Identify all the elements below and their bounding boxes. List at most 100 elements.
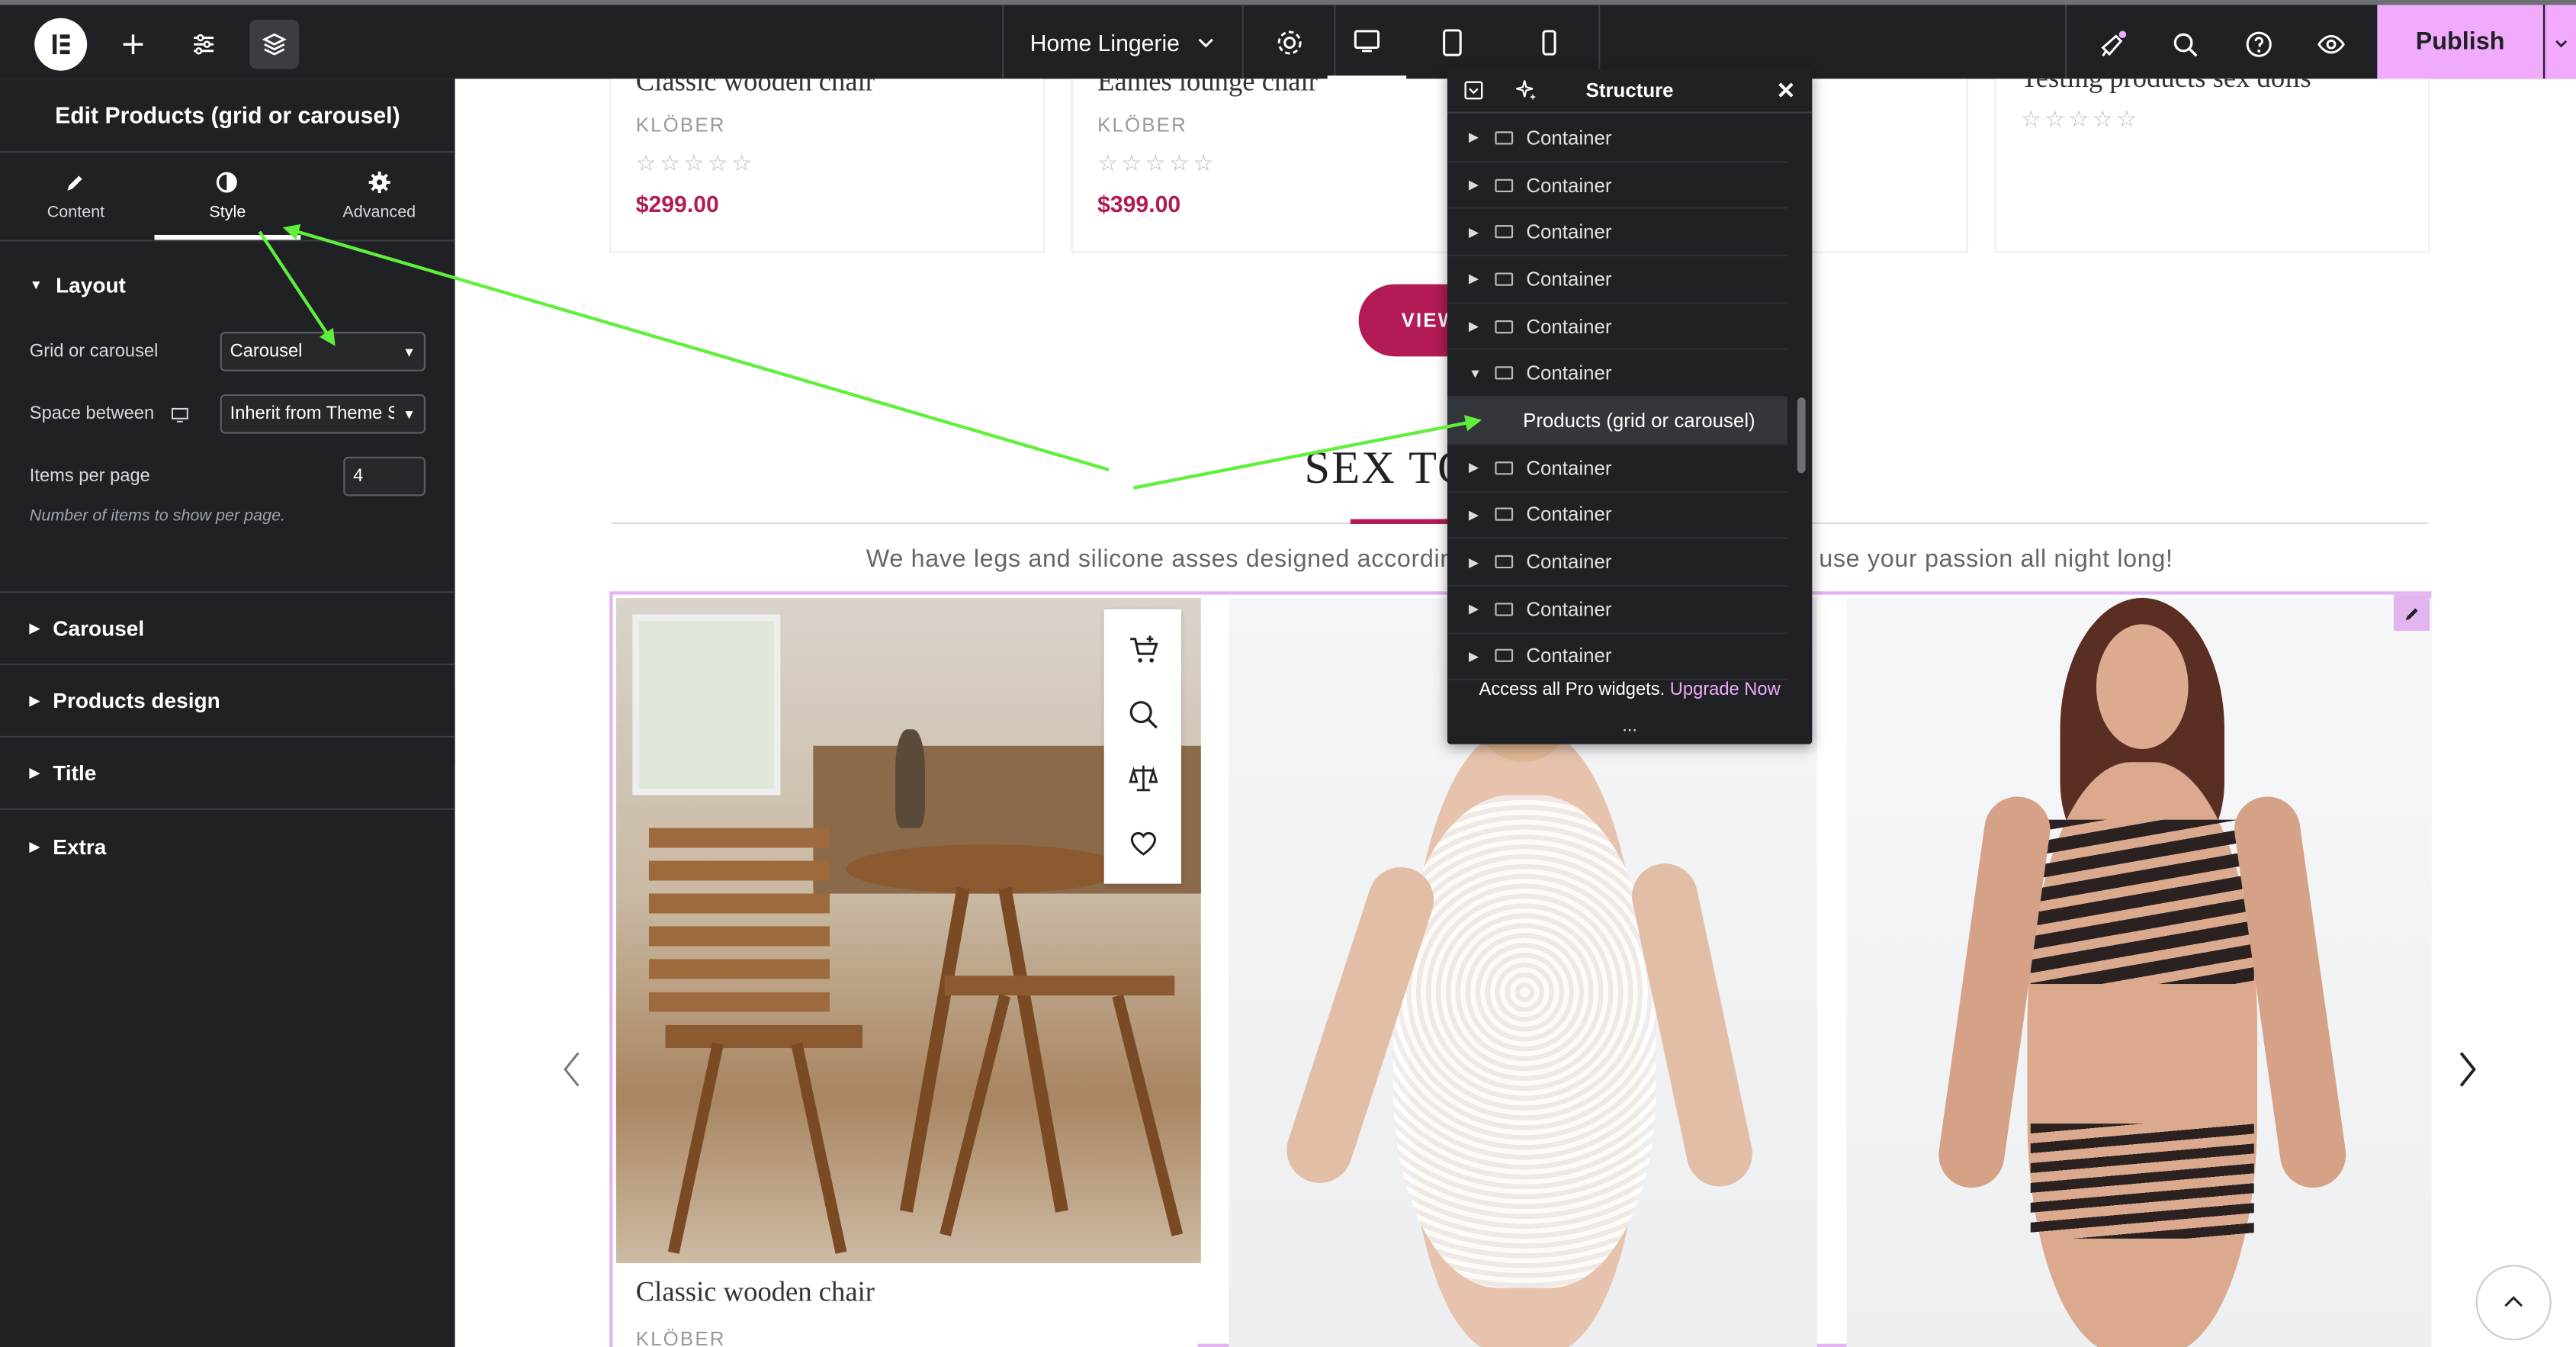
structure-item-container[interactable]: ▶ Container <box>1447 256 1787 304</box>
pro-upgrade-notice: Access all Pro widgets. Upgrade Now <box>1447 680 1812 700</box>
caret-right-icon[interactable]: ▶ <box>1469 602 1482 616</box>
product-name[interactable]: Testing products sex dolls <box>2021 79 2404 95</box>
preview-eye-icon[interactable] <box>2308 21 2354 67</box>
help-icon[interactable] <box>2236 21 2282 67</box>
publish-button[interactable]: Publish <box>2377 5 2543 79</box>
container-icon <box>1495 320 1514 333</box>
editor-panel: Edit Products (grid or carousel) Content… <box>0 79 455 1347</box>
resize-handle[interactable]: ... <box>1447 716 1812 736</box>
structure-item-label: Container <box>1526 126 1612 149</box>
site-settings-icon[interactable] <box>181 21 226 67</box>
editor-topbar: Home Lingerie Publish <box>0 0 2576 79</box>
chair-leg-shape <box>940 994 1011 1236</box>
caret-right-icon[interactable]: ▶ <box>1469 507 1482 522</box>
caret-right-icon[interactable]: ▶ <box>1469 130 1482 145</box>
desktop-responsive-icon[interactable] <box>171 405 189 423</box>
space-between-select[interactable]: Inherit from Theme S ▼ <box>220 394 426 434</box>
caret-right-icon[interactable]: ▶ <box>1469 555 1482 569</box>
elementor-logo-icon[interactable] <box>34 18 88 71</box>
product-brand: KLÖBER <box>635 113 726 137</box>
add-element-icon[interactable] <box>110 21 156 67</box>
structure-item-container[interactable]: ▶ Container <box>1447 539 1787 587</box>
structure-item-container[interactable]: ▶ Container <box>1447 115 1787 162</box>
caret-right-icon[interactable]: ▶ <box>1469 460 1482 474</box>
rating-stars: ☆☆☆☆☆ <box>635 149 756 176</box>
carousel-prev-arrow-icon[interactable] <box>555 1045 588 1095</box>
edit-widget-pencil-icon[interactable] <box>2393 594 2430 632</box>
product-card[interactable]: Testing products sex dolls ☆☆☆☆☆ <box>1996 79 2429 252</box>
ai-sparkle-icon[interactable] <box>1514 79 1537 101</box>
caret-right-icon[interactable]: ▶ <box>1469 648 1482 663</box>
structure-item-label: Container <box>1526 597 1612 621</box>
scroll-to-top-button[interactable] <box>2475 1265 2552 1341</box>
section-carousel-toggle[interactable]: ▶ Carousel <box>0 593 455 666</box>
section-title-toggle[interactable]: ▶ Title <box>0 738 455 810</box>
structure-item-container[interactable]: ▶ Container <box>1447 209 1787 257</box>
structure-item-container[interactable]: ▶ Container <box>1447 162 1787 210</box>
chair2-seat-shape <box>944 976 1175 996</box>
structure-item-label: Container <box>1526 362 1612 385</box>
structure-item-container-expanded[interactable]: ▼ Container <box>1447 351 1787 398</box>
structure-item-products-widget[interactable]: Products (grid or carousel) <box>1447 397 1787 445</box>
product-name[interactable]: Eames lounge chair <box>1097 79 1483 98</box>
caret-right-icon[interactable]: ▶ <box>1469 272 1482 286</box>
grid-or-carousel-select[interactable]: Carousel ▼ <box>220 332 426 371</box>
caret-right-icon[interactable]: ▶ <box>1469 224 1482 239</box>
vase-shape <box>895 729 925 828</box>
announcements-icon[interactable] <box>2089 21 2135 67</box>
product-price: $399.00 <box>1097 190 1181 217</box>
chair-back-shape <box>648 828 830 1025</box>
publish-options-icon[interactable] <box>2545 5 2576 79</box>
upgrade-now-link[interactable]: Upgrade Now <box>1670 680 1781 700</box>
product-brand: KLÖBER <box>1097 113 1187 137</box>
caret-down-icon: ▼ <box>29 276 43 292</box>
close-icon[interactable]: ✕ <box>1776 77 1795 105</box>
chevron-up-icon <box>2504 1296 2523 1307</box>
structure-item-container[interactable]: ▶ Container <box>1447 633 1787 681</box>
product-card[interactable]: Eames lounge chair KLÖBER ☆☆☆☆☆ $399.00 <box>1072 79 1508 252</box>
caret-right-icon[interactable]: ▶ <box>1469 178 1482 192</box>
tab-advanced[interactable]: Advanced <box>304 153 455 240</box>
tab-style[interactable]: Style <box>152 153 304 240</box>
items-per-page-input[interactable]: 4 <box>343 456 426 497</box>
page-title-dropdown[interactable]: Home Lingerie <box>1004 5 1244 79</box>
caret-right-icon[interactable]: ▶ <box>1469 319 1482 333</box>
container-icon <box>1495 225 1514 239</box>
section-products-design-toggle[interactable]: ▶ Products design <box>0 665 455 738</box>
topbar-divider <box>2065 5 2067 79</box>
rating-stars: ☆☆☆☆☆ <box>2020 104 2141 132</box>
wishlist-heart-icon[interactable] <box>1126 825 1159 858</box>
structure-item-container[interactable]: ▶ Container <box>1447 304 1787 351</box>
product-image-black-lingerie[interactable] <box>1846 597 2432 1347</box>
product-card[interactable]: Classic wooden chair KLÖBER ☆☆☆☆☆ $299.0… <box>611 79 1044 252</box>
tab-label: Style <box>209 204 246 222</box>
items-per-page-control: Items per page 4 <box>0 445 455 508</box>
quick-view-search-icon[interactable] <box>1126 699 1159 731</box>
search-icon[interactable] <box>2162 21 2208 67</box>
section-extra-toggle[interactable]: ▶ Extra <box>0 810 455 882</box>
caret-down-icon[interactable]: ▼ <box>1469 366 1482 381</box>
mobile-view-icon[interactable] <box>1498 5 1601 79</box>
structure-item-container[interactable]: ▶ Container <box>1447 445 1787 493</box>
add-to-cart-icon[interactable] <box>1126 635 1159 667</box>
tab-content[interactable]: Content <box>0 153 152 240</box>
structure-navigator: Structure ✕ ▶ Container ▶ Container ▶ Conta… <box>1447 69 1813 744</box>
section-layout-toggle[interactable]: ▼ Layout <box>0 248 455 320</box>
tablet-view-icon[interactable] <box>1413 5 1492 79</box>
carousel-product-title[interactable]: Classic wooden chair <box>636 1276 875 1309</box>
chair-leg-shape <box>791 1042 847 1254</box>
structure-item-container[interactable]: ▶ Container <box>1447 587 1787 634</box>
compare-scales-icon[interactable] <box>1126 762 1159 795</box>
collapse-all-icon[interactable] <box>1464 81 1484 101</box>
structure-layers-icon[interactable] <box>249 19 300 69</box>
page-settings-icon[interactable] <box>1244 5 1334 79</box>
container-icon <box>1495 272 1514 286</box>
panel-title: Edit Products (grid or carousel) <box>0 79 455 153</box>
desktop-view-icon[interactable] <box>1327 5 1407 79</box>
product-name[interactable]: Classic wooden chair <box>636 79 1019 98</box>
structure-item-container[interactable]: ▶ Container <box>1447 492 1787 539</box>
structure-scrollbar[interactable] <box>1797 397 1806 474</box>
chair-leg-shape <box>1112 994 1184 1236</box>
carousel-next-arrow-icon[interactable] <box>2451 1045 2484 1095</box>
table-shape <box>846 844 1126 894</box>
